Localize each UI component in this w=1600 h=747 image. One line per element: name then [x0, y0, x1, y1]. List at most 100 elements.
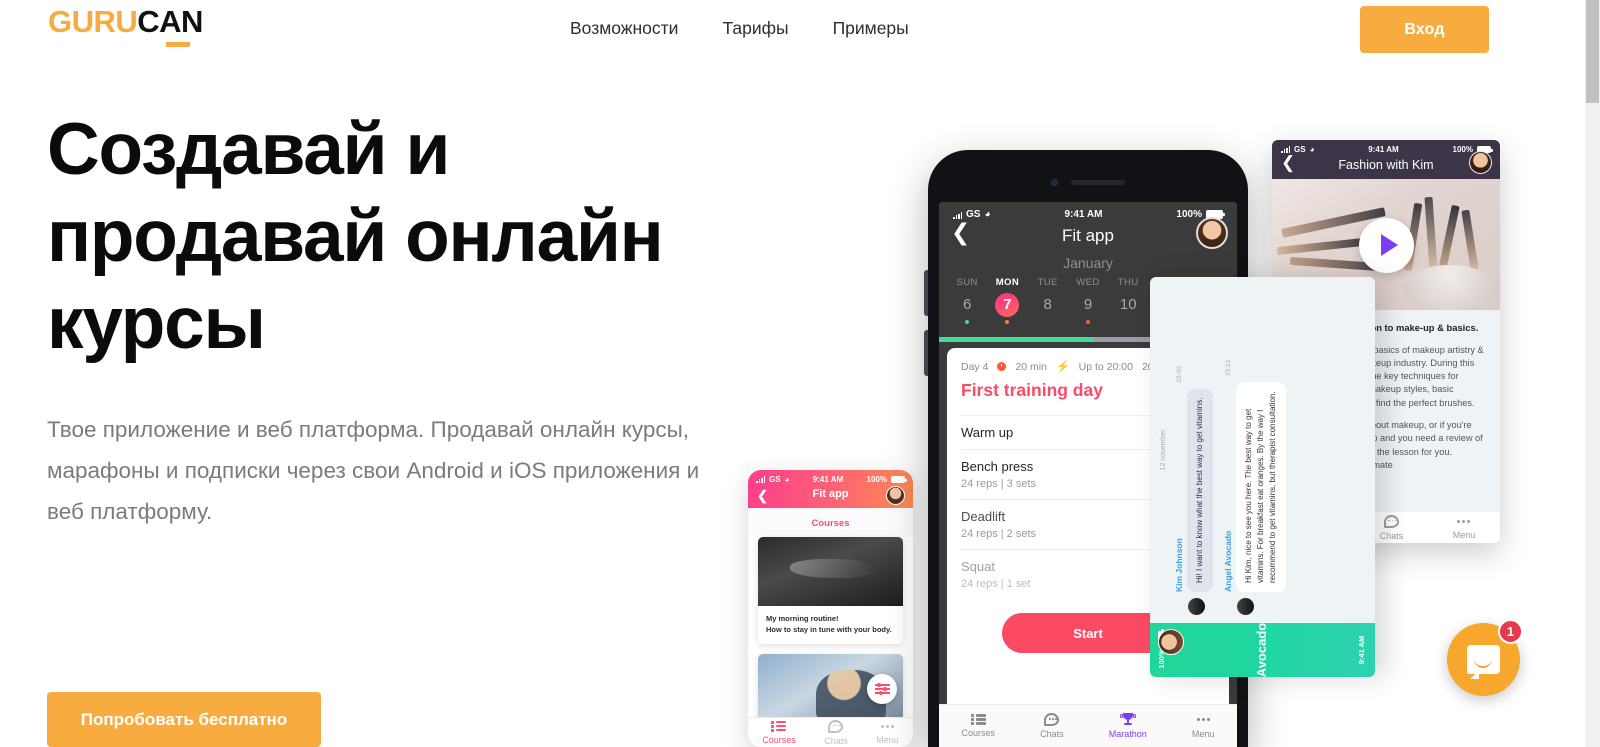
tab-menu[interactable]: Menu — [1452, 515, 1476, 540]
clock-label: 9:41 AM — [812, 475, 844, 484]
battery-label: 100% — [1452, 145, 1473, 154]
logo-underline-accent — [166, 42, 190, 47]
calendar-day-number: 8 — [1043, 296, 1052, 313]
play-button[interactable] — [1359, 217, 1414, 273]
login-button[interactable]: Вход — [1360, 6, 1489, 53]
exercise-name: Bench press — [961, 459, 1034, 474]
courses-phone-header: GS ◕ 9:41 AM 100% ❮ Fit app — [748, 470, 913, 508]
tab-label: Courses — [762, 734, 796, 745]
nav-item-examples[interactable]: Примеры — [833, 18, 909, 39]
scrollbar-thumb[interactable] — [1586, 0, 1599, 103]
wifi-icon: ◕ — [1309, 145, 1315, 154]
avatar[interactable] — [1158, 629, 1184, 655]
logo-text-primary: GURU — [48, 4, 138, 39]
play-icon — [1380, 234, 1398, 256]
chat-bubble-icon — [1383, 514, 1399, 528]
nav-item-features[interactable]: Возможности — [570, 18, 678, 39]
phone-mockup-chat: 100% Avocado 9:41 AM 12 november Kim Joh… — [1150, 277, 1375, 677]
wifi-icon: ◕ — [984, 209, 991, 220]
calendar-day-dot — [1085, 320, 1090, 324]
tab-bar: Courses Chats Menu — [748, 717, 913, 747]
exercise-detail: 24 reps | 2 sets — [961, 528, 1037, 540]
tab-courses[interactable]: Courses — [961, 714, 996, 738]
app-title: Fit app — [812, 488, 849, 500]
tab-label: Menu — [1191, 728, 1215, 739]
message-time: 23:00 — [1176, 366, 1183, 383]
duration-label: 20 min — [1015, 360, 1047, 373]
chat-date-divider: 12 november — [1160, 429, 1167, 471]
hero-subtitle: Твое приложение и веб платформа. Продава… — [47, 417, 700, 524]
calendar-day[interactable]: SUN 6 — [947, 277, 987, 330]
calendar-day[interactable]: TUE 8 — [1028, 277, 1068, 330]
tab-label: Courses — [961, 728, 996, 738]
tab-chats[interactable]: Chats — [824, 719, 848, 746]
message-author: Kim Johnson — [1174, 538, 1184, 592]
page-title: Создавай и продавай онлайн курсы — [47, 109, 664, 364]
calendar-day[interactable]: WED 9 — [1068, 277, 1108, 330]
clock-label: 9:41 AM — [1357, 635, 1366, 665]
avatar[interactable] — [1469, 151, 1492, 174]
message-bubble: Hi! I want to know what the best way to … — [1187, 388, 1213, 592]
landing-page: GURUCAN Возможности Тарифы Примеры Вход … — [0, 0, 1585, 747]
progress-bar-fill — [939, 337, 1094, 342]
chat-phone-sidebar: 100% Avocado 9:41 AM — [1150, 623, 1375, 677]
chat-launcher-button[interactable]: 1 — [1447, 619, 1523, 696]
start-button[interactable]: Start — [1002, 613, 1174, 653]
status-bar: GS ◕ 9:41 AM 100% — [939, 202, 1237, 222]
filter-button[interactable] — [867, 674, 897, 704]
avatar[interactable] — [1196, 217, 1228, 249]
speaker-grille — [1071, 179, 1125, 185]
back-chevron-icon[interactable]: ❮ — [951, 221, 970, 244]
tab-chats[interactable]: Chats — [1380, 514, 1403, 541]
wifi-icon: ◕ — [784, 475, 790, 484]
page-scrollbar[interactable] — [1585, 0, 1600, 747]
tab-chats[interactable]: Chats — [1040, 713, 1064, 739]
calendar-day-number: 7 — [995, 293, 1020, 317]
calendar-dow-label: MON — [995, 277, 1020, 288]
logo[interactable]: GURUCAN — [48, 4, 203, 47]
avatar[interactable] — [886, 486, 905, 505]
tab-menu[interactable]: Menu — [876, 720, 899, 745]
exercise-detail: 24 reps | 1 set — [961, 578, 1031, 590]
back-chevron-icon[interactable]: ❮ — [757, 488, 768, 504]
avatar — [1237, 598, 1254, 615]
course-card[interactable] — [758, 654, 903, 726]
message-author: Angel Avocado — [1223, 530, 1233, 592]
phone-notch — [939, 162, 1237, 202]
calendar-day-number: 9 — [1083, 296, 1093, 313]
calendar-day[interactable]: THU 10 — [1108, 277, 1148, 330]
calendar-day-dot — [1005, 320, 1010, 324]
upto-label: Up to 20:00 — [1078, 360, 1133, 373]
battery-label: 100% — [1176, 209, 1202, 220]
carrier-label: GS — [1294, 145, 1306, 154]
calendar-dow-label: SUN — [956, 277, 978, 288]
nav-item-pricing[interactable]: Тарифы — [722, 18, 788, 39]
calendar-day-dot — [1046, 320, 1050, 324]
dots-icon — [1456, 515, 1471, 527]
course-thumbnail — [758, 537, 903, 606]
calendar-day-dot — [965, 320, 970, 324]
tab-menu[interactable]: Menu — [1191, 714, 1215, 739]
site-header: GURUCAN Возможности Тарифы Примеры Вход — [0, 0, 1585, 62]
tab-marathon[interactable]: Marathon — [1109, 713, 1147, 739]
course-subtitle: How to stay in tune with your body. — [766, 625, 892, 634]
calendar-day-selected[interactable]: MON 7 — [987, 277, 1027, 330]
app-title: Fit app — [1062, 226, 1114, 245]
list-icon — [970, 714, 986, 725]
signal-icon — [1281, 146, 1290, 153]
course-card[interactable]: My morning routine! How to stay in tune … — [758, 537, 903, 644]
status-bar: GS ◕ 9:41 AM 100% — [1272, 140, 1500, 155]
unread-badge: 1 — [1498, 619, 1523, 644]
tab-courses[interactable]: Courses — [762, 720, 796, 745]
tab-label: Menu — [1452, 530, 1476, 540]
calendar-dow-label: TUE — [1037, 277, 1058, 288]
calendar-dow-label: THU — [1117, 277, 1139, 288]
back-chevron-icon[interactable]: ❮ — [1281, 153, 1295, 173]
try-free-button[interactable]: Попробовать бесплатно — [47, 692, 321, 747]
calendar-day-number: 10 — [1119, 296, 1137, 313]
chat-bubble-icon — [828, 719, 844, 733]
tab-bar: Courses Chats Marathon Menu — [939, 704, 1237, 747]
exercise-name: Squat — [961, 559, 995, 574]
course-caption: My morning routine! How to stay in tune … — [758, 606, 903, 644]
status-bar: GS ◕ 9:41 AM 100% — [756, 475, 907, 484]
